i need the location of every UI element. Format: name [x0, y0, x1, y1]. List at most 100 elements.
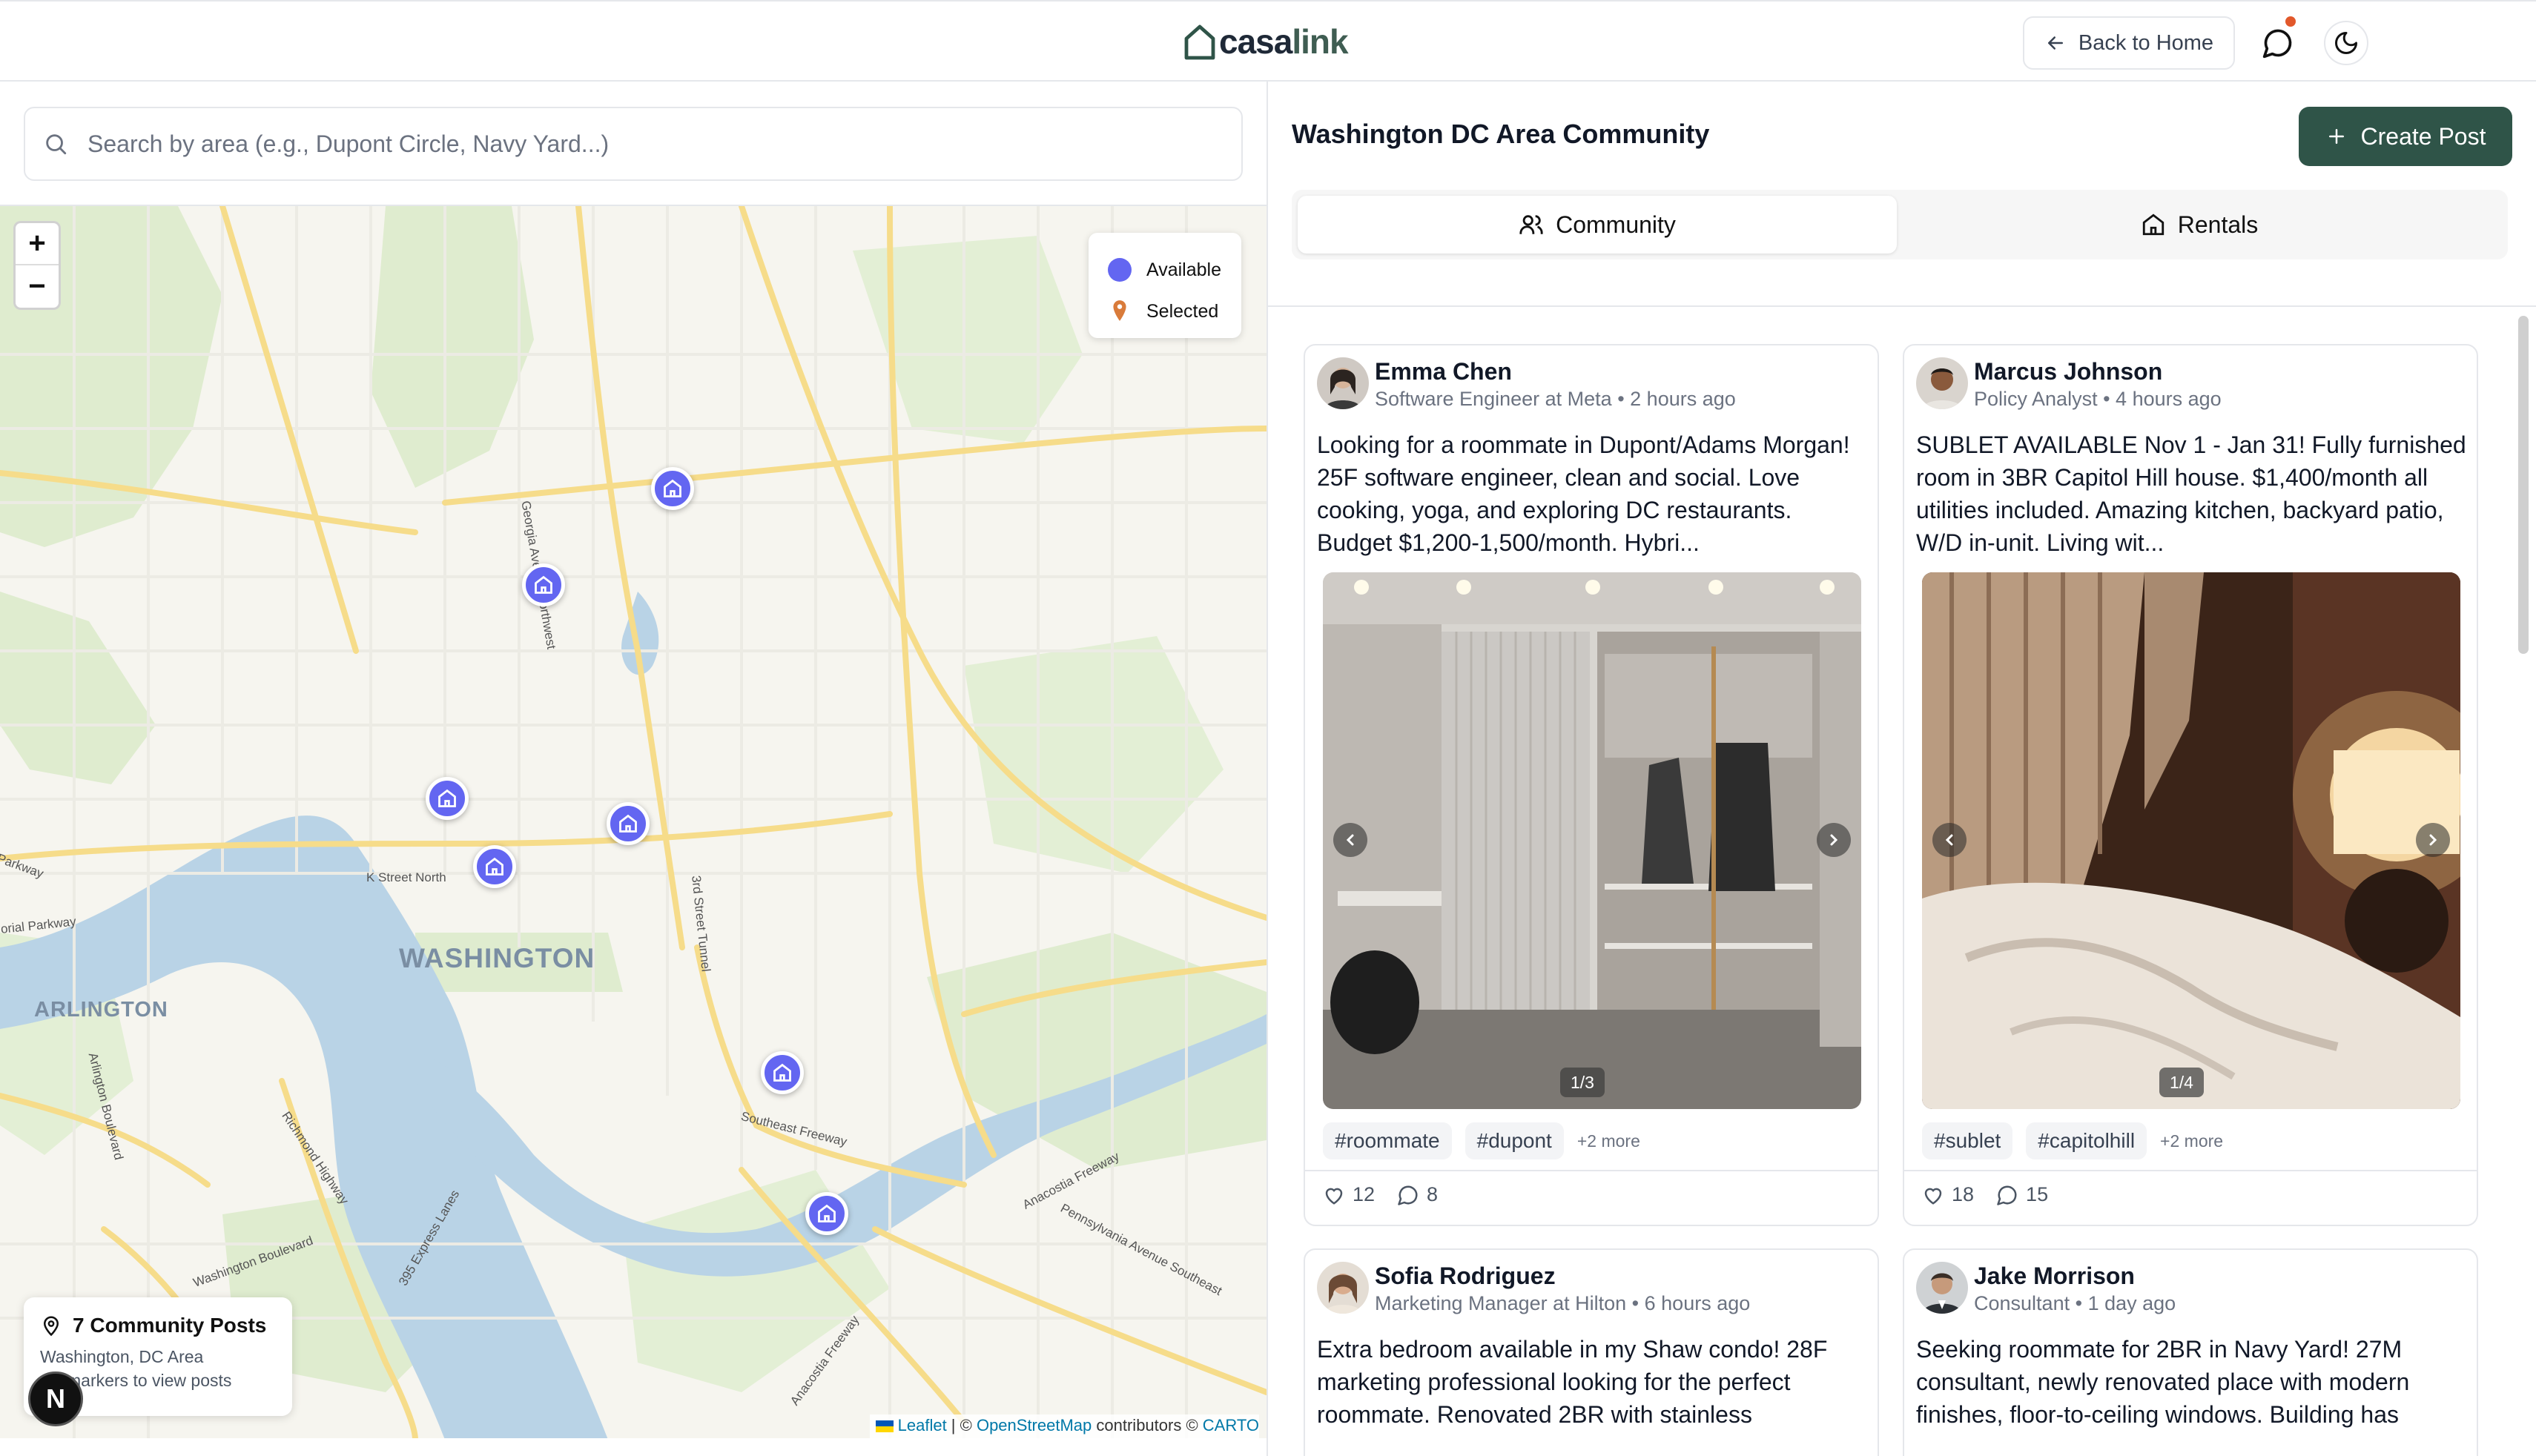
tag-chip[interactable]: #roommate [1323, 1122, 1452, 1159]
tag-chip[interactable]: #dupont [1465, 1122, 1564, 1159]
post-marker[interactable] [426, 777, 469, 820]
like-count: 18 [1952, 1183, 1975, 1205]
author-name[interactable]: Jake Morrison [1974, 1262, 2176, 1290]
tag-chip[interactable]: #capitolhill [2026, 1122, 2147, 1159]
author-name[interactable]: Sofia Rodriguez [1375, 1262, 1750, 1290]
home-icon [619, 814, 637, 833]
like-button[interactable]: 12 [1323, 1183, 1375, 1206]
post-marker[interactable] [651, 467, 694, 510]
carto-link[interactable]: CARTO [1203, 1416, 1259, 1435]
author-avatar[interactable] [1317, 357, 1369, 409]
post-photo[interactable]: 1/3 [1323, 572, 1861, 1109]
notification-dot [2285, 16, 2296, 27]
map-pin-icon [43, 1316, 59, 1337]
post-card[interactable]: Emma Chen Software Engineer at Meta • 2 … [1304, 344, 1879, 1226]
back-to-home-button[interactable]: Back to Home [2023, 16, 2235, 70]
panel-divider [1267, 82, 1268, 1456]
user-avatar[interactable]: N [28, 1371, 83, 1426]
like-count: 12 [1353, 1183, 1376, 1205]
bedroom-image [1922, 572, 2460, 1109]
author-meta: Marketing Manager at Hilton • 6 hours ag… [1375, 1292, 1751, 1314]
area-search-input[interactable] [87, 130, 1200, 158]
map-attribution: Leaflet | © OpenStreetMap contributors ©… [869, 1414, 1259, 1438]
comment-button[interactable]: 8 [1397, 1183, 1438, 1206]
author-meta: Software Engineer at Meta • 2 hours ago [1375, 388, 1736, 410]
post-text: Looking for a roommate in Dupont/Adams M… [1317, 431, 1850, 556]
author-avatar[interactable] [1916, 1262, 1968, 1314]
zoom-in-button[interactable]: + [16, 223, 59, 265]
author-avatar[interactable] [1317, 1262, 1369, 1314]
comment-count: 15 [2026, 1183, 2049, 1205]
page-title: Washington DC Area Community [1292, 119, 1710, 149]
author-name[interactable]: Marcus Johnson [1974, 357, 2222, 385]
theme-toggle-button[interactable] [2324, 21, 2368, 65]
arrow-left-icon [2047, 36, 2063, 50]
logo-text: casalink [1219, 22, 1349, 61]
map-view[interactable]: + − Available Selected WASHINGTON ARLING… [0, 205, 1267, 1438]
author-avatar[interactable] [1916, 357, 1968, 409]
post-stats: 18 15 [1922, 1183, 2048, 1206]
post-marker[interactable] [607, 802, 650, 845]
tag-list: #sublet #capitolhill +2 more [1922, 1122, 2223, 1159]
chevron-left-icon [1346, 834, 1354, 846]
create-post-button[interactable]: Create Post [2299, 107, 2512, 166]
next-image-button[interactable] [2416, 823, 2450, 857]
more-tags[interactable]: +2 more [1577, 1131, 1640, 1151]
zoom-out-button[interactable]: − [16, 265, 59, 308]
zoom-control: + − [13, 221, 61, 310]
author-name[interactable]: Emma Chen [1375, 357, 1736, 385]
message-circle-icon [2262, 29, 2292, 59]
post-card[interactable]: Marcus Johnson Policy Analyst • 4 hours … [1903, 344, 2478, 1226]
post-marker[interactable] [761, 1051, 804, 1094]
selected-pin-icon [1108, 300, 1132, 323]
heart-icon [1325, 1188, 1343, 1205]
post-photo[interactable]: 1/4 [1922, 572, 2460, 1109]
post-card[interactable]: Jake Morrison Consultant • 1 day ago See… [1903, 1248, 2478, 1456]
post-marker[interactable] [522, 563, 565, 606]
tag-list: #roommate #dupont +2 more [1323, 1122, 1640, 1159]
tab-community[interactable]: Community [1298, 196, 1897, 254]
map-legend: Available Selected [1089, 233, 1241, 338]
post-text: SUBLET AVAILABLE Nov 1 - Jan 31! Fully f… [1916, 431, 2466, 556]
post-card[interactable]: Sofia Rodriguez Marketing Manager at Hil… [1304, 1248, 1879, 1456]
tab-rentals-label: Rentals [2177, 211, 2259, 238]
home-icon [535, 575, 552, 594]
home-icon [486, 857, 503, 876]
comment-count: 8 [1427, 1183, 1439, 1205]
osm-link[interactable]: OpenStreetMap [977, 1416, 1092, 1435]
like-button[interactable]: 18 [1922, 1183, 1974, 1206]
next-image-button[interactable] [1817, 823, 1851, 857]
comment-button[interactable]: 15 [1996, 1183, 2048, 1206]
app-header: casalink Back to Home [0, 0, 2536, 82]
messages-button[interactable] [2256, 16, 2300, 65]
prev-image-button[interactable] [1932, 823, 1967, 857]
casalink-logo[interactable]: casalink [1182, 18, 1349, 65]
author-meta: Policy Analyst • 4 hours ago [1974, 388, 2222, 410]
home-icon [818, 1204, 836, 1222]
feed-scrollbar[interactable] [2518, 316, 2529, 654]
leaflet-link[interactable]: Leaflet [898, 1416, 947, 1435]
tab-rentals[interactable]: Rentals [1897, 196, 2502, 254]
post-marker[interactable] [473, 845, 516, 888]
moon-icon [2335, 32, 2357, 54]
tag-chip[interactable]: #sublet [1922, 1122, 2013, 1159]
walk-in-closet-image [1323, 572, 1861, 1109]
house-logo-icon [1184, 24, 1215, 60]
map-label-arlington: ARLINGTON [34, 998, 168, 1022]
area-search-box[interactable] [24, 107, 1243, 181]
section-divider [1268, 305, 2536, 307]
more-tags[interactable]: +2 more [2160, 1131, 2223, 1151]
community-tabs: Community Rentals [1292, 190, 2508, 259]
chevron-right-icon [1830, 834, 1838, 846]
tab-community-label: Community [1556, 211, 1676, 238]
prev-image-button[interactable] [1333, 823, 1367, 857]
post-stats: 12 8 [1323, 1183, 1438, 1206]
posts-count-title: 7 Community Posts [73, 1314, 267, 1337]
post-marker[interactable] [805, 1192, 848, 1235]
heart-icon [1924, 1188, 1942, 1205]
back-to-home-label: Back to Home [2078, 30, 2214, 55]
road-label-k-street: K Street North [366, 870, 446, 884]
legend-selected: Selected [1108, 291, 1241, 332]
chevron-right-icon [2429, 834, 2437, 846]
available-dot-icon [1108, 258, 1132, 282]
